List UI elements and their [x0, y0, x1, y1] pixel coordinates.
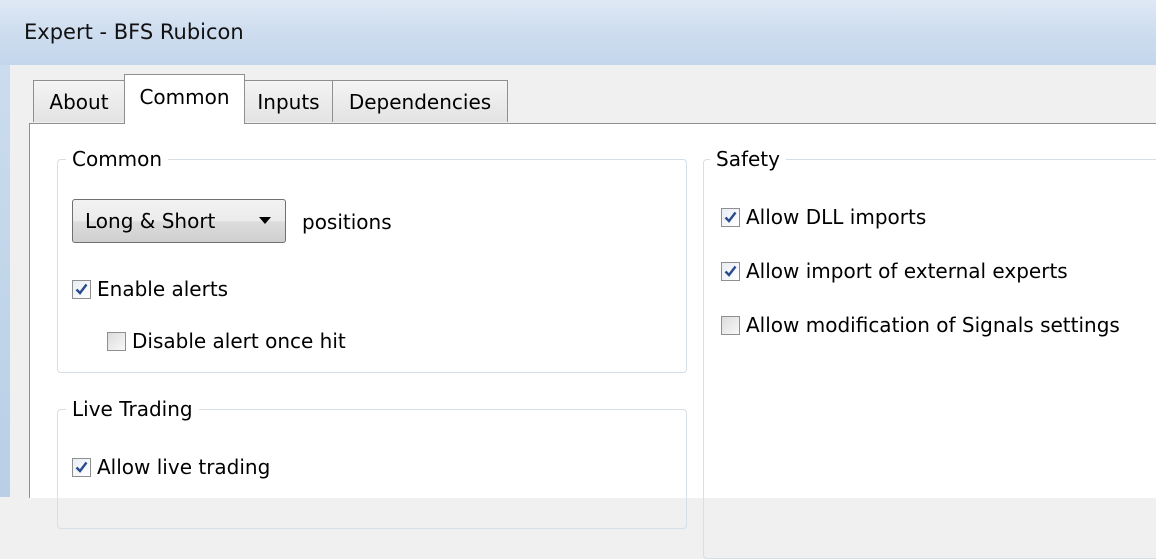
positions-select[interactable]: Long & Short [72, 199, 286, 243]
allow-dll-imports-checkbox[interactable] [721, 207, 740, 227]
allow-modification-signals-label: Allow modification of Signals settings [746, 313, 1120, 337]
allow-import-external-label: Allow import of external experts [746, 259, 1068, 283]
disable-alert-once-hit-label: Disable alert once hit [132, 329, 346, 353]
positions-select-value: Long & Short [85, 209, 216, 233]
checkmark-icon [724, 211, 737, 223]
tab-about[interactable]: About [33, 80, 125, 122]
tab-common[interactable]: Common [124, 74, 245, 124]
allow-modification-signals-row[interactable]: Allow modification of Signals settings [721, 313, 1120, 337]
disable-alert-once-hit-row[interactable]: Disable alert once hit [107, 329, 346, 353]
checkmark-icon [75, 461, 88, 473]
safety-legend: Safety [710, 145, 786, 173]
live-trading-legend: Live Trading [66, 395, 199, 423]
allow-live-trading-label: Allow live trading [97, 455, 271, 479]
common-group-legend: Common [66, 145, 169, 173]
tab-dependencies[interactable]: Dependencies [332, 80, 508, 122]
enable-alerts-checkbox-row[interactable]: Enable alerts [72, 277, 228, 301]
allow-live-trading-row[interactable]: Allow live trading [72, 455, 270, 479]
allow-import-external-row[interactable]: Allow import of external experts [721, 259, 1068, 283]
checkmark-icon [75, 283, 88, 295]
common-tab-panel: Common Long & Short positions Enable ale… [29, 123, 1156, 559]
expert-window: Expert - BFS Rubicon About Common Inputs… [0, 0, 1156, 559]
checkmark-icon [724, 265, 737, 277]
allow-import-external-checkbox[interactable] [721, 261, 740, 281]
allow-dll-imports-label: Allow DLL imports [746, 205, 927, 229]
title-bar[interactable]: Expert - BFS Rubicon [0, 0, 1156, 65]
allow-live-trading-checkbox[interactable] [72, 457, 91, 477]
disable-alert-once-hit-checkbox[interactable] [107, 331, 126, 351]
allow-modification-signals-checkbox[interactable] [721, 315, 740, 335]
allow-dll-imports-row[interactable]: Allow DLL imports [721, 205, 926, 229]
window-left-edge [0, 65, 10, 497]
enable-alerts-label: Enable alerts [97, 277, 229, 301]
window-title: Expert - BFS Rubicon [24, 20, 244, 44]
positions-label: positions [302, 210, 392, 234]
chevron-down-icon [259, 217, 271, 224]
tab-inputs[interactable]: Inputs [244, 80, 333, 122]
enable-alerts-checkbox[interactable] [72, 279, 91, 299]
